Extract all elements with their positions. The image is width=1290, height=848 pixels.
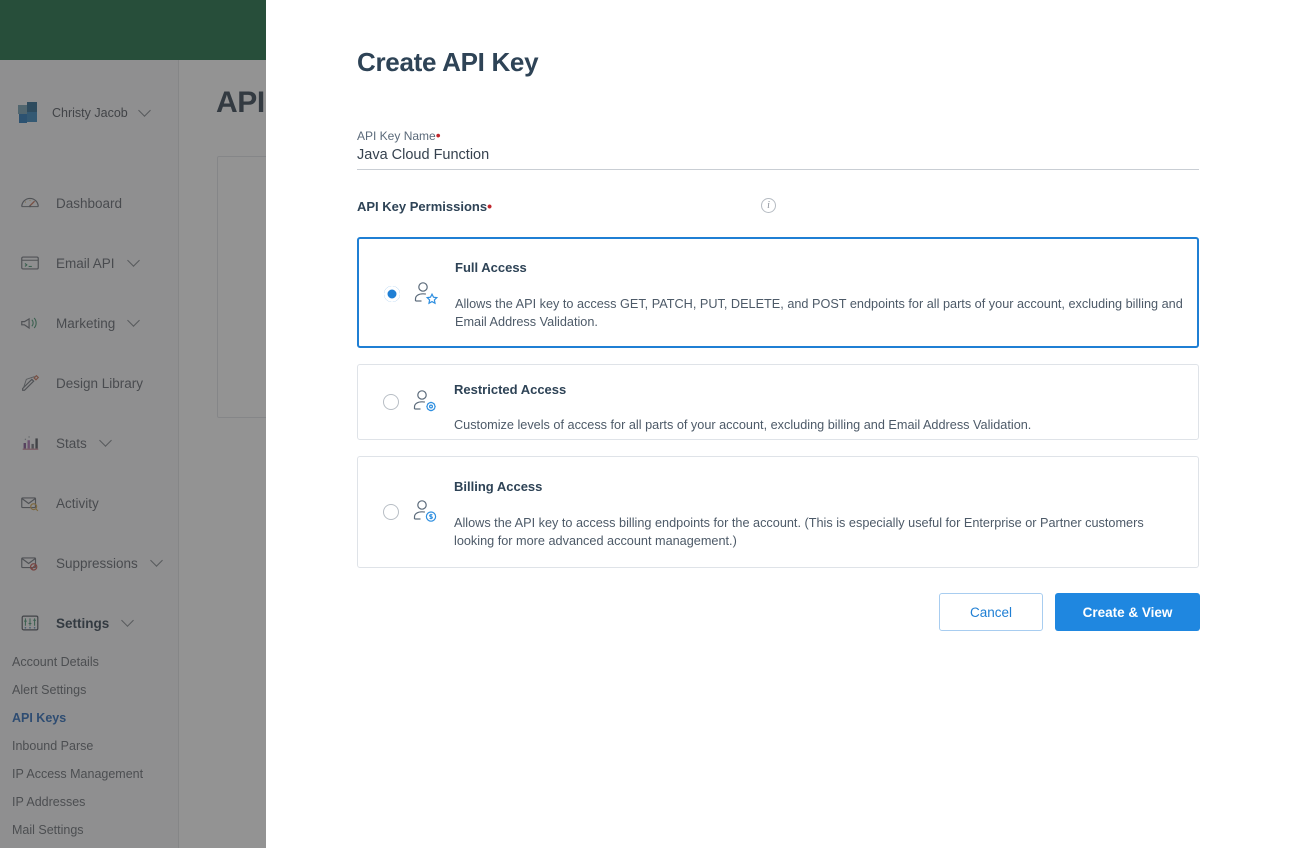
api-key-name-input[interactable]	[357, 144, 1199, 170]
permission-description: Customize levels of access for all parts…	[454, 418, 1032, 432]
api-key-name-label: API Key Name•	[357, 127, 441, 143]
permission-title: Restricted Access	[454, 382, 567, 397]
required-marker: •	[435, 127, 441, 143]
radio-billing-access[interactable]	[383, 504, 399, 520]
radio-full-access[interactable]	[384, 286, 400, 302]
person-star-icon	[411, 279, 439, 307]
permission-description: Allows the API key to access billing end…	[454, 516, 1144, 548]
permission-title: Full Access	[455, 260, 527, 275]
create-and-view-button[interactable]: Create & View	[1055, 593, 1200, 631]
application-root: Christy Jacob Dashboard	[0, 0, 1290, 848]
api-key-permissions-label: API Key Permissions•	[357, 198, 492, 214]
cancel-button[interactable]: Cancel	[939, 593, 1043, 631]
radio-restricted-access[interactable]	[383, 394, 399, 410]
person-gear-icon	[410, 387, 438, 415]
dialog-title: Create API Key	[357, 47, 539, 77]
permission-title: Billing Access	[454, 479, 543, 494]
permission-description: Allows the API key to access GET, PATCH,…	[455, 297, 1183, 329]
create-api-key-dialog: Create API Key API Key Name• i API Key P…	[266, 0, 1290, 848]
permission-option-full-access[interactable]: Full Access Allows the API key to access…	[357, 237, 1199, 348]
person-dollar-icon	[410, 497, 438, 525]
permission-option-billing-access[interactable]: Billing Access Allows the API key to acc…	[357, 456, 1199, 568]
required-marker: •	[487, 198, 492, 214]
info-icon[interactable]: i	[761, 198, 776, 213]
permission-option-restricted-access[interactable]: Restricted Access Customize levels of ac…	[357, 364, 1199, 440]
